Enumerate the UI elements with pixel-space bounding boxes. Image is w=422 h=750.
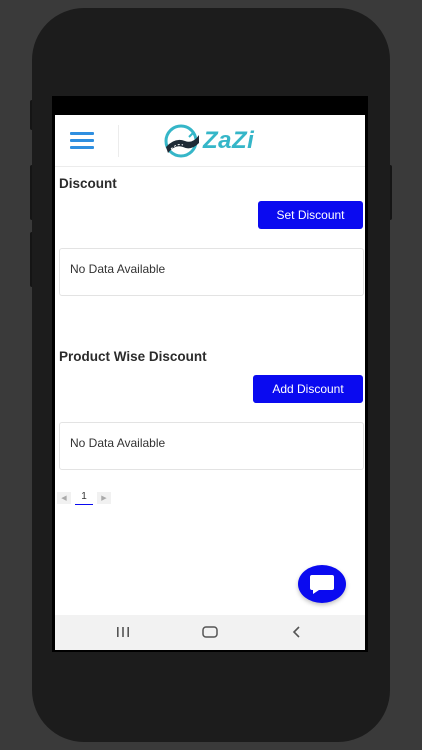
header-divider xyxy=(118,125,119,157)
hamburger-icon[interactable] xyxy=(70,132,94,150)
app-header: ZaZi xyxy=(55,115,365,167)
logo-road-icon xyxy=(164,124,199,158)
back-icon[interactable] xyxy=(288,624,306,640)
chevron-left-icon[interactable]: ◀ xyxy=(57,492,71,504)
android-nav-bar xyxy=(55,615,365,650)
recent-apps-icon[interactable] xyxy=(114,624,132,640)
discount-empty-text: No Data Available xyxy=(70,262,166,276)
status-bar xyxy=(52,96,368,115)
set-discount-button[interactable]: Set Discount xyxy=(258,201,363,229)
discount-list-card: No Data Available xyxy=(59,248,364,296)
phone-screen: ZaZi Discount Set Discount No Data Avail… xyxy=(52,96,368,652)
app-logo: ZaZi xyxy=(163,123,254,159)
chat-bubble-icon xyxy=(310,575,334,594)
product-wise-discount-title: Product Wise Discount xyxy=(59,349,207,364)
home-icon[interactable] xyxy=(201,624,219,640)
pagination: ◀ 1 ▶ xyxy=(57,491,111,505)
chevron-right-icon[interactable]: ▶ xyxy=(97,492,111,504)
logo-text: ZaZi xyxy=(203,127,255,154)
discount-title: Discount xyxy=(59,176,117,191)
product-discount-list-card: No Data Available xyxy=(59,422,364,470)
page-number-current[interactable]: 1 xyxy=(75,491,93,505)
add-discount-button[interactable]: Add Discount xyxy=(253,375,363,403)
product-discount-empty-text: No Data Available xyxy=(70,436,166,450)
app-view: ZaZi Discount Set Discount No Data Avail… xyxy=(55,115,365,650)
chat-button[interactable] xyxy=(298,565,346,603)
